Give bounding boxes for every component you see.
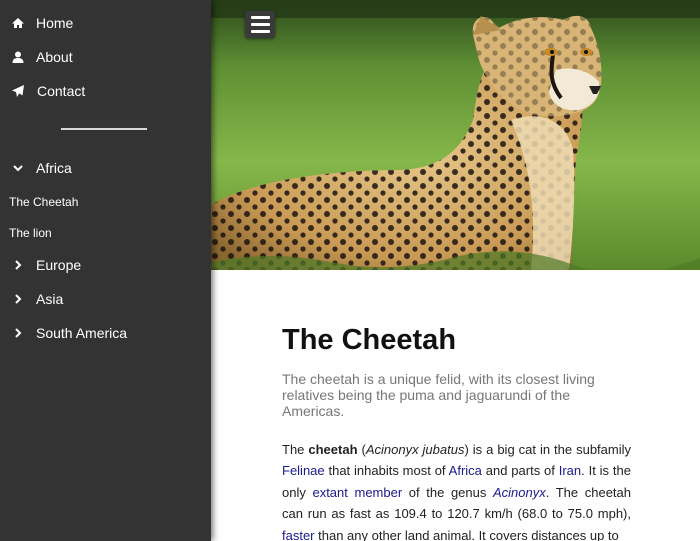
page-title: The Cheetah bbox=[282, 324, 457, 356]
sidebar-item-label: South America bbox=[36, 325, 128, 341]
chevron-down-icon bbox=[11, 161, 25, 175]
sidebar-item-label: Europe bbox=[36, 257, 82, 273]
link-felinae[interactable]: Felinae bbox=[282, 463, 325, 478]
home-icon bbox=[11, 16, 25, 30]
cheetah-illustration bbox=[211, 0, 700, 270]
sidebar-item-label: Africa bbox=[36, 160, 72, 176]
nav-item-home[interactable]: Home bbox=[0, 9, 211, 37]
link-acinonyx[interactable]: Acinonyx bbox=[493, 485, 546, 500]
chevron-right-icon bbox=[11, 258, 25, 272]
article-body: The cheetah (Acinonyx jubatus) is a big … bbox=[282, 442, 632, 541]
link-iran[interactable]: Iran bbox=[559, 463, 581, 478]
sidebar-item-africa[interactable]: Africa bbox=[0, 154, 211, 182]
sidebar-item-europe[interactable]: Europe bbox=[0, 251, 211, 279]
sidebar-item-asia[interactable]: Asia bbox=[0, 285, 211, 313]
nav-item-contact[interactable]: Contact bbox=[0, 77, 211, 105]
sidebar: Home About Contact Africa The Cheetah Th… bbox=[0, 0, 211, 541]
sidebar-item-south-america[interactable]: South America bbox=[0, 319, 211, 347]
sidebar-item-label: Asia bbox=[36, 291, 64, 307]
chevron-right-icon bbox=[11, 326, 25, 340]
paper-plane-icon bbox=[11, 84, 25, 98]
user-icon bbox=[11, 50, 25, 64]
nav-item-label: About bbox=[36, 49, 73, 65]
sidebar-subitem-the-cheetah[interactable]: The Cheetah bbox=[9, 192, 78, 212]
hamburger-menu-icon bbox=[250, 16, 270, 19]
bold-term: cheetah bbox=[308, 442, 358, 457]
chevron-right-icon bbox=[11, 292, 25, 306]
menu-toggle-button[interactable] bbox=[245, 11, 275, 38]
hero-image bbox=[211, 0, 700, 270]
scientific-name: Acinonyx jubatus bbox=[365, 442, 465, 457]
nav-item-about[interactable]: About bbox=[0, 43, 211, 71]
nav-item-label: Contact bbox=[37, 83, 86, 99]
article-lead: The cheetah is a unique felid, with its … bbox=[282, 371, 595, 419]
link-faster[interactable]: faster bbox=[282, 528, 315, 541]
nav-item-label: Home bbox=[36, 15, 74, 31]
link-africa[interactable]: Africa bbox=[449, 463, 482, 478]
sidebar-divider bbox=[61, 128, 147, 130]
sidebar-subitem-the-lion[interactable]: The lion bbox=[9, 223, 52, 243]
link-extant-member[interactable]: extant member bbox=[312, 485, 402, 500]
